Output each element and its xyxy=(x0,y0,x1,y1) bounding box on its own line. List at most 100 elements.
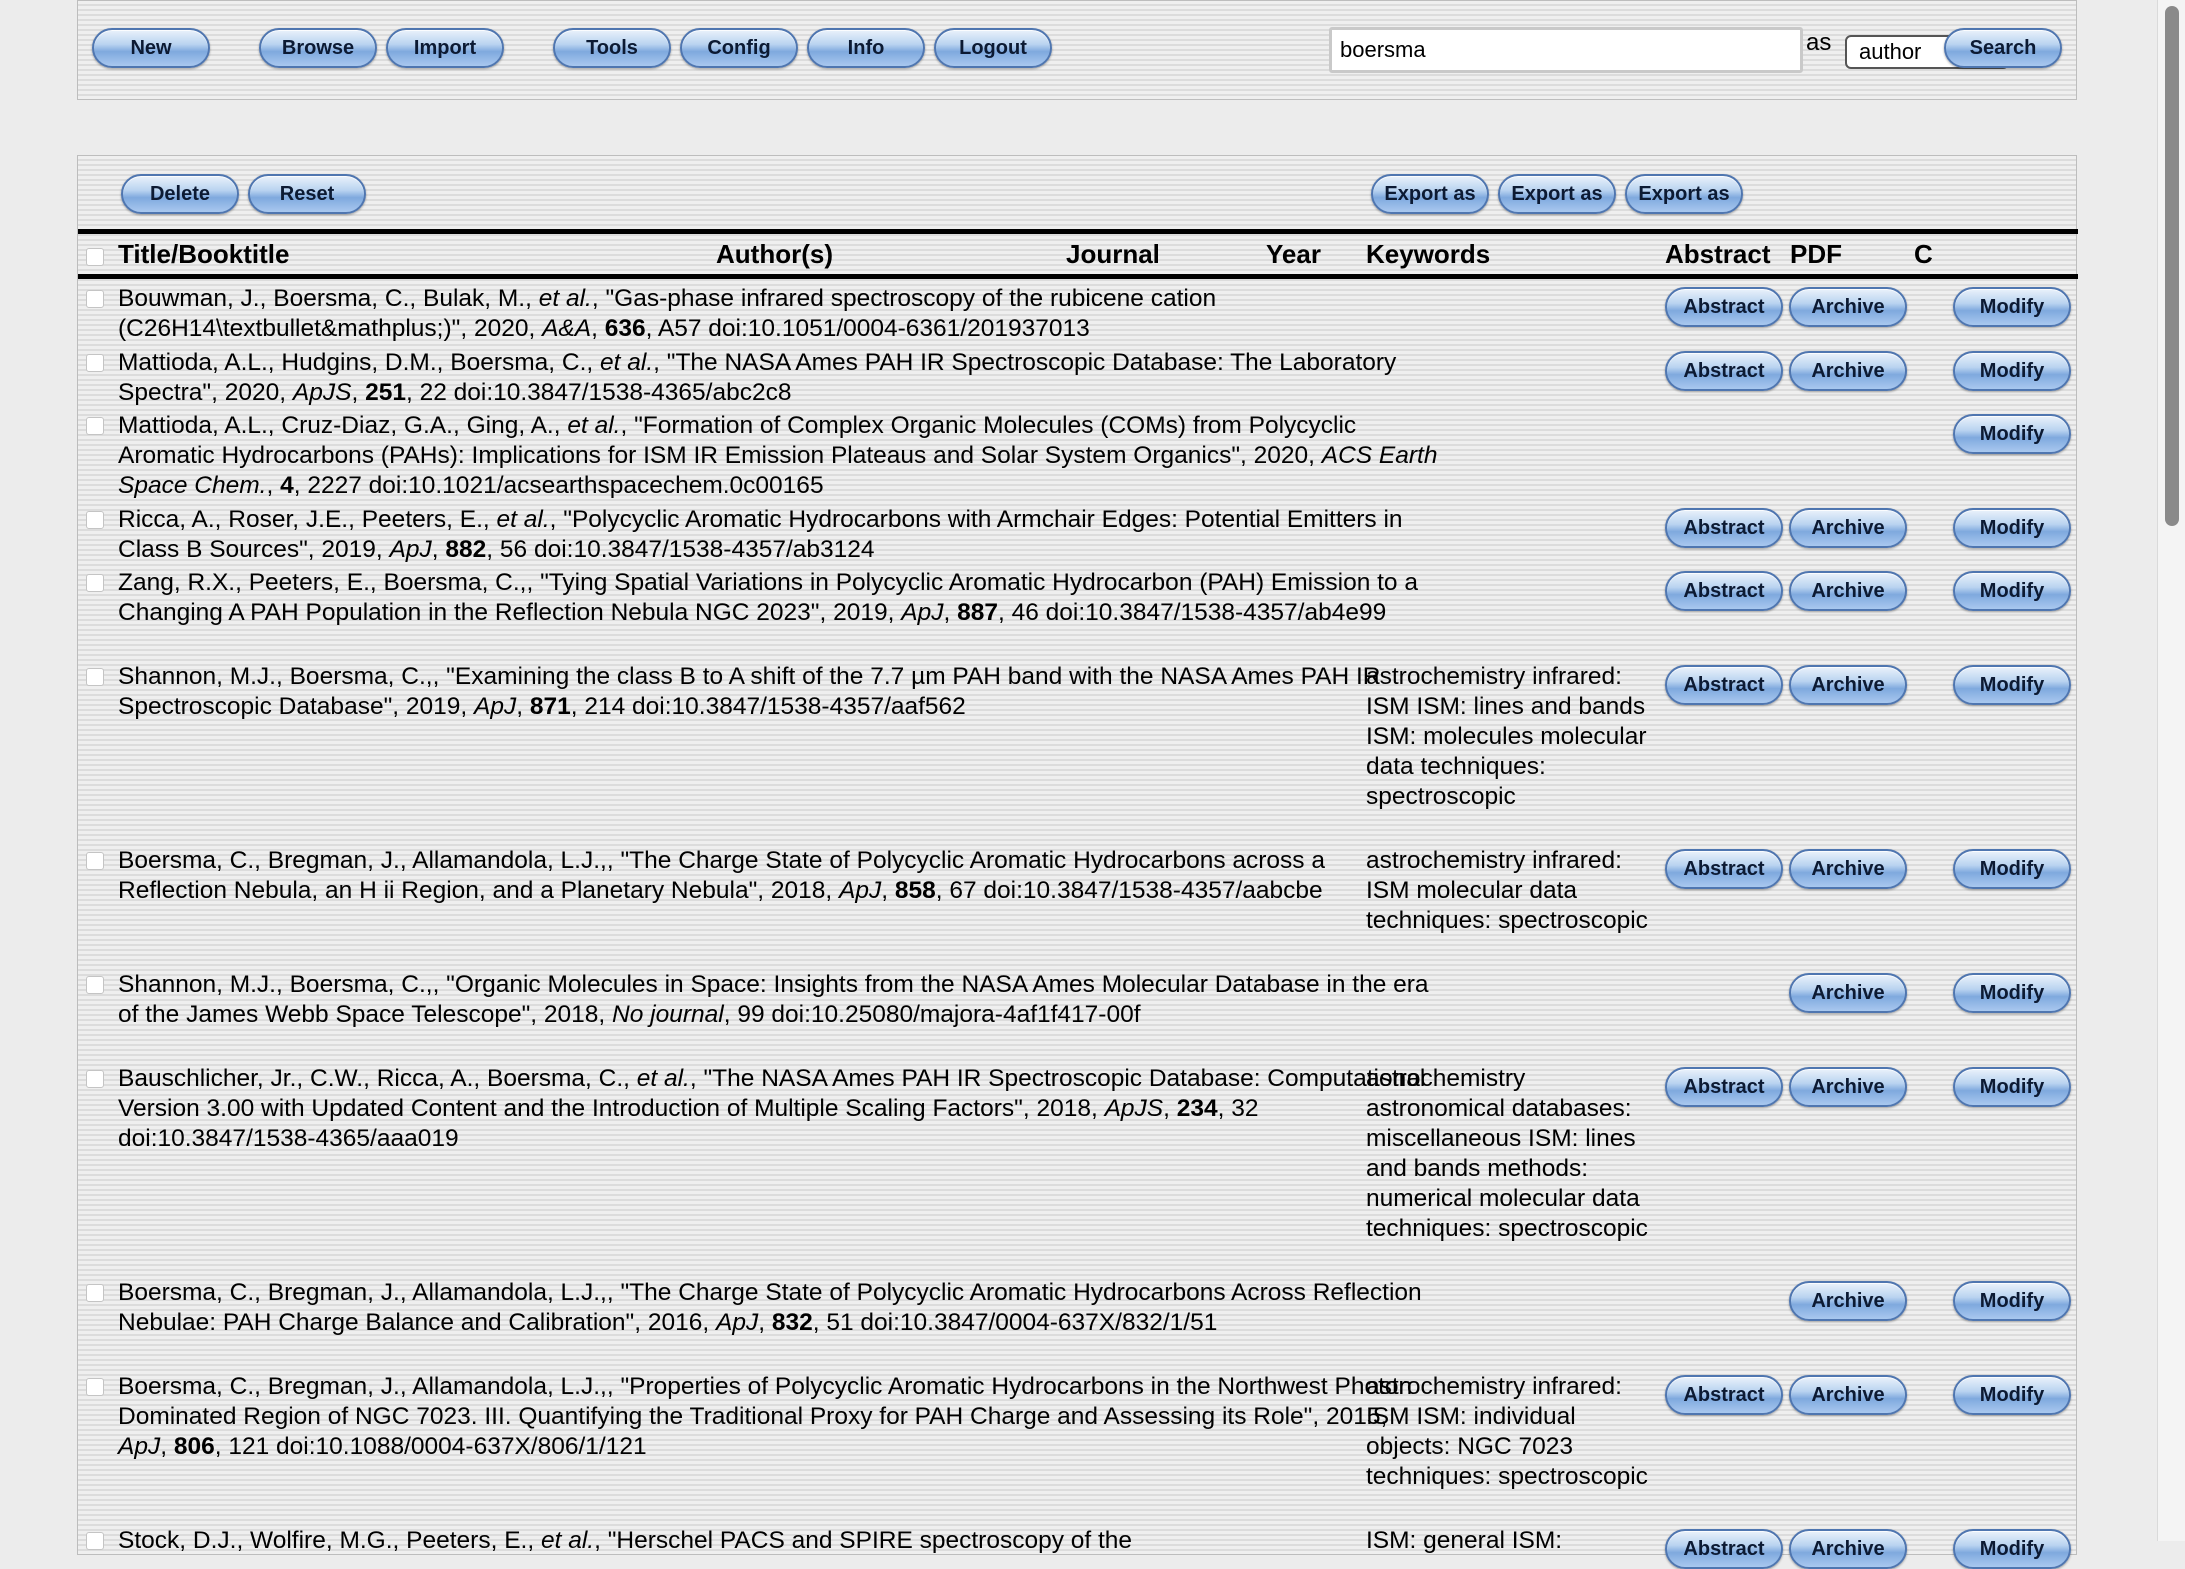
modify-button[interactable]: Modify xyxy=(1953,287,2071,327)
citation-sep1: , xyxy=(881,877,895,904)
row-checkbox[interactable] xyxy=(86,1070,104,1088)
col-authors[interactable]: Author(s) xyxy=(716,239,833,270)
col-c[interactable]: C xyxy=(1914,239,1933,270)
citation-etal: et al. xyxy=(496,506,550,533)
row-checkbox[interactable] xyxy=(86,417,104,435)
citation-etal: et al. xyxy=(538,285,592,312)
search-button[interactable]: Search xyxy=(1944,28,2062,68)
col-abstract[interactable]: Abstract xyxy=(1665,239,1770,270)
citation-text: Boersma, C., Bregman, J., Allamandola, L… xyxy=(118,846,1438,906)
modify-button[interactable]: Modify xyxy=(1953,351,2071,391)
citation-volume: 636 xyxy=(604,315,646,342)
citation-sep1: , xyxy=(591,315,605,342)
citation-text: Mattioda, A.L., Cruz-Diaz, G.A., Ging, A… xyxy=(118,411,1438,501)
row-checkbox[interactable] xyxy=(86,1378,104,1396)
row-checkbox[interactable] xyxy=(86,1532,104,1550)
keywords-text: ISM: general ISM: xyxy=(1366,1527,1563,1554)
citation-authors: Mattioda, A.L., Cruz-Diaz, G.A., Ging, A… xyxy=(118,412,568,439)
citation-rest: , 46 doi:10.3847/1538-4357/ab4e99 xyxy=(997,599,1387,626)
abstract-button[interactable]: Abstract xyxy=(1665,1375,1783,1415)
col-pdf[interactable]: PDF xyxy=(1790,239,1842,270)
archive-button[interactable]: Archive xyxy=(1789,287,1907,327)
citation-volume: 832 xyxy=(771,1309,813,1336)
abstract-button[interactable]: Abstract xyxy=(1665,665,1783,705)
archive-button[interactable]: Archive xyxy=(1789,1281,1907,1321)
citation-sep1: , xyxy=(266,472,281,499)
info-button[interactable]: Info xyxy=(807,28,925,68)
export-as-button-3[interactable]: Export as xyxy=(1625,174,1743,214)
reset-button[interactable]: Reset xyxy=(248,174,366,214)
citation-rest: , 51 doi:10.3847/0004-637X/832/1/51 xyxy=(812,1309,1218,1336)
export-as-button-2[interactable]: Export as xyxy=(1498,174,1616,214)
modify-button[interactable]: Modify xyxy=(1953,973,2071,1013)
abstract-button[interactable]: Abstract xyxy=(1665,351,1783,391)
vertical-scrollbar[interactable] xyxy=(2157,0,2185,1541)
archive-button[interactable]: Archive xyxy=(1789,1375,1907,1415)
export-as-button-1[interactable]: Export as xyxy=(1371,174,1489,214)
abstract-button[interactable]: Abstract xyxy=(1665,1529,1783,1569)
col-journal[interactable]: Journal xyxy=(1066,239,1160,270)
citation-journal: ApJ xyxy=(715,1309,759,1336)
abstract-button[interactable]: Abstract xyxy=(1665,1067,1783,1107)
abstract-button[interactable]: Abstract xyxy=(1665,508,1783,548)
row-checkbox[interactable] xyxy=(86,290,104,308)
logout-button[interactable]: Logout xyxy=(934,28,1052,68)
modify-button[interactable]: Modify xyxy=(1953,1375,2071,1415)
archive-button[interactable]: Archive xyxy=(1789,571,1907,611)
archive-button[interactable]: Archive xyxy=(1789,665,1907,705)
modify-button[interactable]: Modify xyxy=(1953,665,2071,705)
citation-volume: 871 xyxy=(529,693,571,720)
row-checkbox[interactable] xyxy=(86,668,104,686)
search-as-label: as xyxy=(1806,29,1832,56)
archive-button[interactable]: Archive xyxy=(1789,1067,1907,1107)
browse-button[interactable]: Browse xyxy=(259,28,377,68)
select-all-checkbox[interactable] xyxy=(86,248,104,266)
abstract-button[interactable]: Abstract xyxy=(1665,849,1783,889)
modify-button[interactable]: Modify xyxy=(1953,849,2071,889)
row-checkbox[interactable] xyxy=(86,976,104,994)
modify-button[interactable]: Modify xyxy=(1953,1281,2071,1321)
archive-button[interactable]: Archive xyxy=(1789,508,1907,548)
citation-rest: , 67 doi:10.3847/1538-4357/aabcbe xyxy=(935,877,1323,904)
citation-sep1: , xyxy=(160,1433,174,1460)
modify-button[interactable]: Modify xyxy=(1953,1067,2071,1107)
citation-volume: 251 xyxy=(365,379,406,406)
modify-button[interactable]: Modify xyxy=(1953,414,2071,454)
modify-button[interactable]: Modify xyxy=(1953,1529,2071,1569)
col-title[interactable]: Title/Booktitle xyxy=(118,239,289,270)
archive-button[interactable]: Archive xyxy=(1789,849,1907,889)
modify-button[interactable]: Modify xyxy=(1953,571,2071,611)
row-checkbox[interactable] xyxy=(86,574,104,592)
citation-text: Boersma, C., Bregman, J., Allamandola, L… xyxy=(118,1372,1438,1462)
citation-sep1: , xyxy=(943,599,958,626)
keywords-text: astrochemistry infrared: ISM ISM: lines … xyxy=(1366,663,1647,810)
citation-etal: et al. xyxy=(567,412,621,439)
modify-button[interactable]: Modify xyxy=(1953,508,2071,548)
search-input[interactable] xyxy=(1329,27,1803,73)
row-checkbox[interactable] xyxy=(86,1284,104,1302)
archive-button[interactable]: Archive xyxy=(1789,973,1907,1013)
archive-button[interactable]: Archive xyxy=(1789,351,1907,391)
row-checkbox[interactable] xyxy=(86,852,104,870)
row-checkbox[interactable] xyxy=(86,354,104,372)
citation-authors: Shannon, M.J., Boersma, C., xyxy=(118,663,433,690)
col-keywords[interactable]: Keywords xyxy=(1366,239,1490,270)
scrollbar-thumb[interactable] xyxy=(2165,6,2179,526)
import-button[interactable]: Import xyxy=(386,28,504,68)
citation-authors: Shannon, M.J., Boersma, C., xyxy=(118,971,433,998)
citation-authors: Bouwman, J., Boersma, C., Bulak, M., xyxy=(118,285,539,312)
citation-text: Shannon, M.J., Boersma, C.,, "Examining … xyxy=(118,662,1438,722)
abstract-button[interactable]: Abstract xyxy=(1665,287,1783,327)
new-button[interactable]: New xyxy=(92,28,210,68)
citation-rest: , A57 doi:10.1051/0004-6361/201937013 xyxy=(645,315,1090,342)
archive-button[interactable]: Archive xyxy=(1789,1529,1907,1569)
delete-button[interactable]: Delete xyxy=(121,174,239,214)
config-button[interactable]: Config xyxy=(680,28,798,68)
abstract-button[interactable]: Abstract xyxy=(1665,571,1783,611)
col-year[interactable]: Year xyxy=(1266,239,1321,270)
tools-button[interactable]: Tools xyxy=(553,28,671,68)
citation-sep1: , xyxy=(758,1309,772,1336)
citation-sep1: , xyxy=(723,1001,738,1028)
row-checkbox[interactable] xyxy=(86,511,104,529)
citation-text: Boersma, C., Bregman, J., Allamandola, L… xyxy=(118,1278,1438,1338)
